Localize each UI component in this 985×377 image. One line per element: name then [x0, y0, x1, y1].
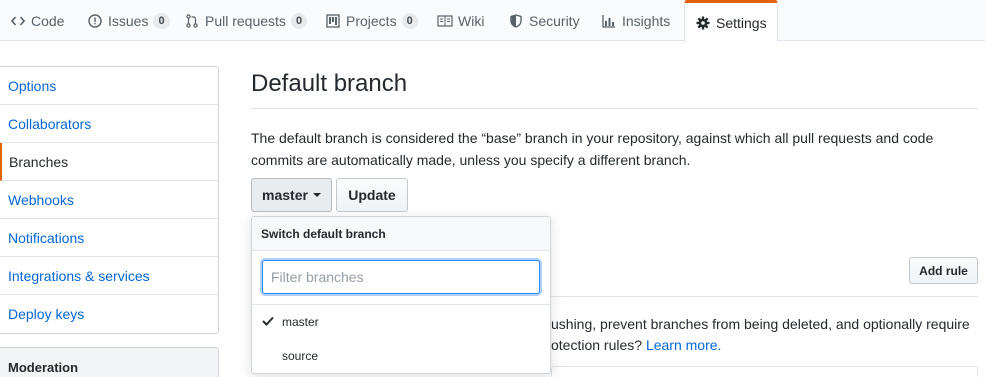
tab-projects[interactable]: Projects 0 — [325, 0, 418, 41]
title-divider — [251, 108, 978, 109]
sidebar-item-webhooks[interactable]: Webhooks — [0, 181, 218, 219]
branch-item-master[interactable]: master — [252, 305, 550, 339]
sidebar-item-collaborators[interactable]: Collaborators — [0, 105, 218, 143]
tab-code[interactable]: Code — [10, 0, 64, 41]
repo-nav: Code Issues 0 Pull requests 0 Projects 0… — [0, 0, 985, 42]
switch-branch-dropdown: Switch default branch master source — [251, 216, 551, 374]
branch-select-label: master — [262, 187, 308, 203]
protection-description-text: otection rules? — [551, 337, 643, 353]
gear-icon — [695, 15, 711, 31]
settings-sidebar: Options Collaborators Branches Webhooks … — [0, 66, 219, 334]
add-rule-button[interactable]: Add rule — [909, 257, 978, 284]
sidebar-item-integrations[interactable]: Integrations & services — [0, 257, 218, 295]
tab-wiki-label: Wiki — [458, 12, 485, 29]
tab-pull-requests-label: Pull requests — [205, 12, 286, 29]
moderation-header: Moderation — [8, 360, 79, 375]
sidebar-item-branches[interactable]: Branches — [0, 143, 218, 181]
protection-description-line2: otection rules? Learn more. — [551, 337, 721, 353]
dropdown-header: Switch default branch — [252, 217, 550, 251]
sidebar-item-deploy-keys[interactable]: Deploy keys — [0, 295, 218, 333]
protection-description-line1: ushing, prevent branches from being dele… — [551, 316, 970, 332]
sidebar-item-options[interactable]: Options — [0, 67, 218, 105]
tab-code-label: Code — [31, 12, 65, 29]
tab-settings[interactable]: Settings — [684, 0, 778, 42]
section-divider — [551, 296, 978, 297]
graph-icon — [601, 13, 617, 29]
update-button[interactable]: Update — [336, 178, 408, 212]
tab-insights[interactable]: Insights — [601, 0, 670, 41]
filter-wrapper — [252, 251, 550, 305]
branch-item-label: source — [282, 349, 319, 363]
tab-projects-label: Projects — [346, 12, 397, 29]
tab-security[interactable]: Security — [508, 0, 580, 41]
projects-counter: 0 — [401, 12, 418, 29]
tab-issues[interactable]: Issues 0 — [87, 0, 170, 41]
sidebar-item-notifications[interactable]: Notifications — [0, 219, 218, 257]
code-icon — [10, 13, 26, 29]
pull-requests-counter: 0 — [290, 12, 308, 29]
book-icon — [437, 13, 453, 29]
filter-branches-input[interactable] — [262, 260, 540, 294]
protection-rules-box — [551, 366, 978, 377]
git-pull-request-icon — [184, 13, 200, 29]
check-icon — [262, 315, 274, 329]
issue-opened-icon — [87, 13, 103, 29]
issues-counter: 0 — [153, 12, 170, 29]
branch-select-button[interactable]: master — [251, 178, 332, 212]
tab-wiki[interactable]: Wiki — [437, 0, 484, 41]
project-icon — [325, 13, 341, 29]
caret-down-icon — [312, 193, 321, 197]
tab-insights-label: Insights — [622, 12, 671, 29]
moderation-menu: Moderation — [0, 347, 219, 377]
branch-item-source[interactable]: source — [252, 339, 550, 373]
branch-item-label: master — [282, 315, 319, 329]
shield-icon — [508, 13, 524, 29]
tab-security-label: Security — [529, 12, 580, 29]
page-title: Default branch — [251, 70, 408, 97]
tab-pull-requests[interactable]: Pull requests 0 — [184, 0, 308, 41]
default-branch-description: The default branch is considered the “ba… — [251, 130, 934, 168]
learn-more-link[interactable]: Learn more. — [646, 337, 721, 353]
tab-issues-label: Issues — [108, 12, 149, 29]
tab-settings-label: Settings — [716, 14, 767, 31]
